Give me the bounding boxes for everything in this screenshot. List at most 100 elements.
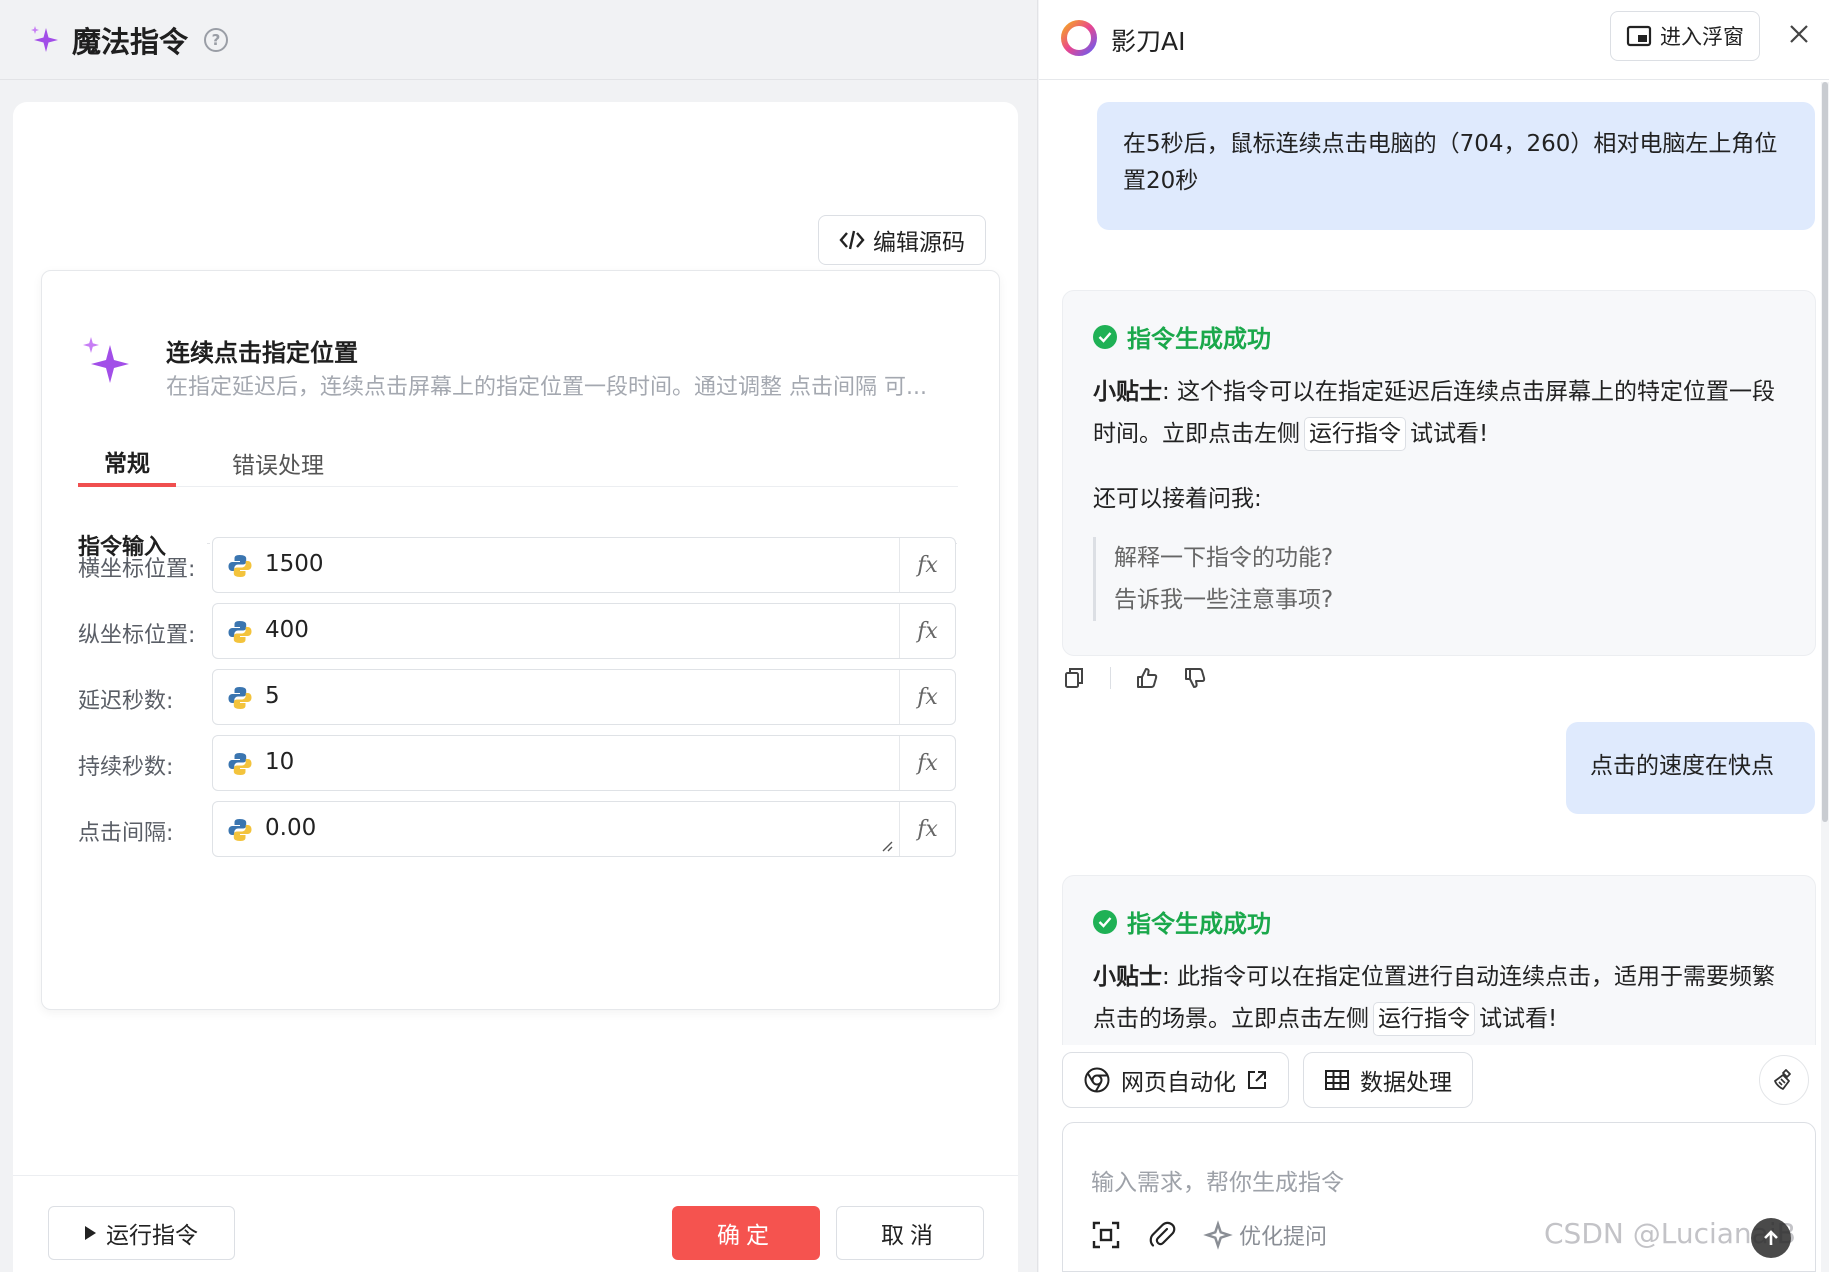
footer-bar: 运行指令 确定 取消	[13, 1175, 1018, 1272]
check-icon	[1093, 909, 1117, 934]
tab-general[interactable]: 常规	[78, 439, 176, 487]
python-icon	[228, 687, 252, 709]
data-processing-button[interactable]: 数据处理	[1303, 1052, 1473, 1108]
x-position-input[interactable]: 1500 fx	[212, 537, 956, 593]
field-value: 5	[265, 683, 280, 709]
send-arrow-icon	[1764, 1230, 1778, 1245]
code-icon	[839, 230, 865, 250]
ai-response-card: 指令生成成功 小贴士: 此指令可以在指定位置进行自动连续点击，适用于需要频繁点击…	[1062, 875, 1816, 1045]
web-automation-label: 网页自动化	[1121, 1070, 1236, 1096]
field-value: 400	[265, 617, 309, 643]
cancel-button[interactable]: 取消	[836, 1206, 984, 1260]
command-description: 在指定延迟后，连续点击屏幕上的指定位置一段时间。通过调整 点击间隔 可...	[166, 375, 927, 400]
fx-icon[interactable]: fx	[899, 604, 955, 658]
field-label: 纵坐标位置:	[78, 623, 196, 648]
tip-text-end: 试试看!	[1479, 1006, 1558, 1032]
paperclip-icon[interactable]	[1147, 1220, 1177, 1250]
click-interval-input[interactable]: 0.00 fx	[212, 801, 956, 857]
assistant-header: 影刀AI 进入浮窗	[1039, 0, 1829, 80]
success-status: 指令生成成功	[1093, 904, 1271, 939]
clear-chat-button[interactable]	[1759, 1055, 1809, 1105]
python-icon	[228, 555, 252, 577]
field-value: 10	[265, 749, 295, 775]
duration-seconds-input[interactable]: 10 fx	[212, 735, 956, 791]
command-editor-card: 编辑源码 连续点击指定位置 在指定延迟后，连续点击屏幕上的指定位置一段时间。通过…	[13, 102, 1018, 1272]
fx-icon[interactable]: fx	[899, 538, 955, 592]
sparkle-icon	[83, 337, 129, 383]
python-icon	[228, 753, 252, 775]
chat-input-placeholder: 输入需求，帮你生成指令	[1091, 1170, 1344, 1196]
panel-title: 魔法指令	[72, 24, 189, 59]
check-icon	[1093, 324, 1117, 349]
run-command-chip[interactable]: 运行指令	[1304, 417, 1406, 451]
delay-seconds-input[interactable]: 5 fx	[212, 669, 956, 725]
input-toolbar: 优化提问	[1091, 1219, 1327, 1251]
field-value: 1500	[265, 551, 324, 577]
command-title: 连续点击指定位置	[166, 339, 358, 367]
screenshot-icon[interactable]	[1091, 1220, 1121, 1250]
action-divider	[1110, 667, 1111, 689]
field-y-position: 纵坐标位置: 400 fx	[78, 603, 958, 659]
field-label: 持续秒数:	[78, 755, 174, 780]
optimize-question-button[interactable]: 优化提问	[1203, 1219, 1327, 1251]
tip-paragraph: 小贴士: 此指令可以在指定位置进行自动连续点击，适用于需要频繁点击的场景。立即点…	[1093, 956, 1793, 1040]
success-text: 指令生成成功	[1127, 910, 1271, 938]
run-command-label: 运行指令	[106, 1223, 198, 1249]
resize-handle-icon[interactable]	[881, 840, 893, 852]
chrome-icon	[1084, 1067, 1110, 1093]
user-message: 点击的速度在快点	[1566, 722, 1815, 814]
field-x-position: 横坐标位置: 1500 fx	[78, 537, 958, 593]
edit-source-label: 编辑源码	[873, 230, 965, 256]
tip-label: 小贴士	[1093, 964, 1162, 990]
success-status: 指令生成成功	[1093, 319, 1271, 354]
tab-error-handling[interactable]: 错误处理	[228, 439, 328, 487]
help-icon[interactable]: ?	[204, 27, 229, 52]
web-automation-button[interactable]: 网页自动化	[1062, 1052, 1289, 1108]
field-value: 0.00	[265, 815, 317, 841]
float-window-button[interactable]: 进入浮窗	[1610, 11, 1760, 61]
data-processing-label: 数据处理	[1360, 1070, 1452, 1096]
magic-icon	[1203, 1220, 1233, 1250]
send-button[interactable]	[1751, 1218, 1791, 1258]
run-command-chip[interactable]: 运行指令	[1373, 1002, 1475, 1036]
field-label: 延迟秒数:	[78, 689, 174, 714]
edit-source-button[interactable]: 编辑源码	[818, 215, 986, 265]
sparkle-icon	[31, 25, 58, 52]
copy-icon[interactable]	[1062, 666, 1086, 690]
broom-icon	[1774, 1069, 1791, 1090]
tab-bar: 常规 错误处理	[78, 439, 958, 487]
assistant-name: 影刀AI	[1111, 27, 1186, 56]
fx-icon[interactable]: fx	[899, 670, 955, 724]
play-icon	[85, 1226, 96, 1240]
field-label: 点击间隔:	[78, 821, 174, 846]
quick-actions: 网页自动化 数据处理	[1062, 1052, 1473, 1108]
float-window-icon	[1626, 25, 1652, 47]
thumbs-down-icon[interactable]	[1183, 666, 1207, 690]
magic-command-panel: 魔法指令 ? 编辑源码 连续点击指定位置 在指定延迟后，连续点击屏幕上的指定位置…	[0, 0, 1038, 1272]
fx-icon[interactable]: fx	[899, 802, 955, 856]
scrollbar-thumb[interactable]	[1822, 82, 1828, 822]
field-duration-seconds: 持续秒数: 10 fx	[78, 735, 958, 791]
field-delay-seconds: 延迟秒数: 5 fx	[78, 669, 958, 725]
run-command-button[interactable]: 运行指令	[48, 1206, 235, 1260]
user-message: 在5秒后，鼠标连续点击电脑的（704，260）相对电脑左上角位置20秒	[1097, 102, 1815, 230]
python-icon	[228, 621, 252, 643]
ai-logo-icon	[1061, 20, 1097, 56]
message-actions	[1062, 666, 1207, 690]
follow-up-question[interactable]: 解释一下指令的功能?	[1114, 537, 1333, 579]
tip-label: 小贴士	[1093, 379, 1162, 405]
float-window-label: 进入浮窗	[1660, 25, 1744, 49]
confirm-button[interactable]: 确定	[672, 1206, 820, 1260]
y-position-input[interactable]: 400 fx	[212, 603, 956, 659]
fx-icon[interactable]: fx	[899, 736, 955, 790]
thumbs-up-icon[interactable]	[1135, 666, 1159, 690]
follow-up-label: 还可以接着问我:	[1093, 486, 1262, 512]
follow-up-question[interactable]: 告诉我一些注意事项?	[1114, 579, 1333, 621]
field-label: 横坐标位置:	[78, 557, 196, 582]
optimize-question-label: 优化提问	[1239, 1225, 1328, 1250]
tip-text-end: 试试看!	[1410, 421, 1489, 447]
success-text: 指令生成成功	[1127, 325, 1271, 353]
panel-header: 魔法指令 ?	[0, 0, 1038, 80]
close-icon[interactable]	[1787, 22, 1811, 46]
command-detail-card: 连续点击指定位置 在指定延迟后，连续点击屏幕上的指定位置一段时间。通过调整 点击…	[41, 270, 1000, 1010]
